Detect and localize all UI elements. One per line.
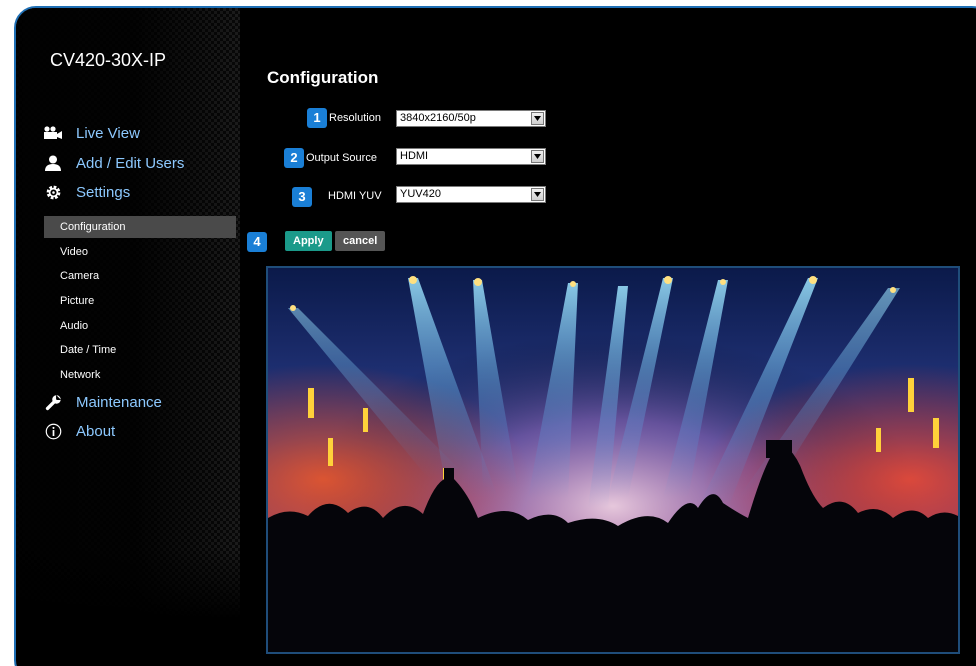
settings-menu-picture[interactable]: Picture xyxy=(44,290,236,312)
settings-menu-video[interactable]: Video xyxy=(44,241,236,263)
hdmi-yuv-value: YUV420 xyxy=(400,188,441,200)
hdmi-yuv-select[interactable]: YUV420 xyxy=(396,186,546,203)
nav-live-view-label: Live View xyxy=(76,124,140,142)
wrench-icon xyxy=(42,393,64,411)
nav-settings-label: Settings xyxy=(76,183,131,201)
settings-menu-network[interactable]: Network xyxy=(44,364,236,386)
chevron-down-icon[interactable] xyxy=(531,150,544,163)
sidebar-shade xyxy=(16,8,240,618)
nav-about-label: About xyxy=(76,422,116,440)
cancel-button[interactable]: cancel xyxy=(335,231,386,251)
callout-badge-3: 3 xyxy=(292,187,312,207)
settings-menu-audio[interactable]: Audio xyxy=(44,315,236,337)
callout-badge-1: 1 xyxy=(307,108,327,128)
app-window: CV420-30X-IP Live View Add / Edit Users … xyxy=(14,6,976,666)
apply-button[interactable]: Apply xyxy=(285,231,332,251)
output-source-select[interactable]: HDMI xyxy=(396,148,546,165)
chevron-down-icon[interactable] xyxy=(531,112,544,125)
chevron-down-icon[interactable] xyxy=(531,188,544,201)
nav-maintenance[interactable]: Maintenance xyxy=(42,393,162,411)
callout-badge-2: 2 xyxy=(284,148,304,168)
gear-icon xyxy=(42,183,64,201)
nav-live-view[interactable]: Live View xyxy=(42,124,140,142)
video-preview xyxy=(266,266,960,654)
page-title: Configuration xyxy=(267,68,379,87)
user-icon xyxy=(42,154,64,172)
nav-about[interactable]: About xyxy=(42,422,115,440)
resolution-label: Resolution xyxy=(329,112,381,124)
settings-menu-camera[interactable]: Camera xyxy=(44,265,236,287)
callout-badge-4: 4 xyxy=(247,232,267,252)
video-camera-icon xyxy=(42,124,64,142)
nav-add-edit-users-label: Add / Edit Users xyxy=(76,154,185,172)
settings-menu-configuration[interactable]: Configuration xyxy=(44,216,236,238)
nav-maintenance-label: Maintenance xyxy=(76,393,162,411)
resolution-select[interactable]: 3840x2160/50p xyxy=(396,110,546,127)
nav-settings[interactable]: Settings xyxy=(42,183,130,201)
resolution-value: 3840x2160/50p xyxy=(400,112,476,124)
concert-preview-image xyxy=(268,268,958,652)
hdmi-yuv-label: HDMI YUV xyxy=(328,190,382,202)
nav-add-edit-users[interactable]: Add / Edit Users xyxy=(42,154,184,172)
settings-menu-date-time[interactable]: Date / Time xyxy=(44,339,236,361)
info-icon xyxy=(42,422,64,440)
output-source-label: Output Source xyxy=(306,152,377,164)
device-name: CV420-30X-IP xyxy=(50,50,167,70)
output-source-value: HDMI xyxy=(400,150,429,162)
